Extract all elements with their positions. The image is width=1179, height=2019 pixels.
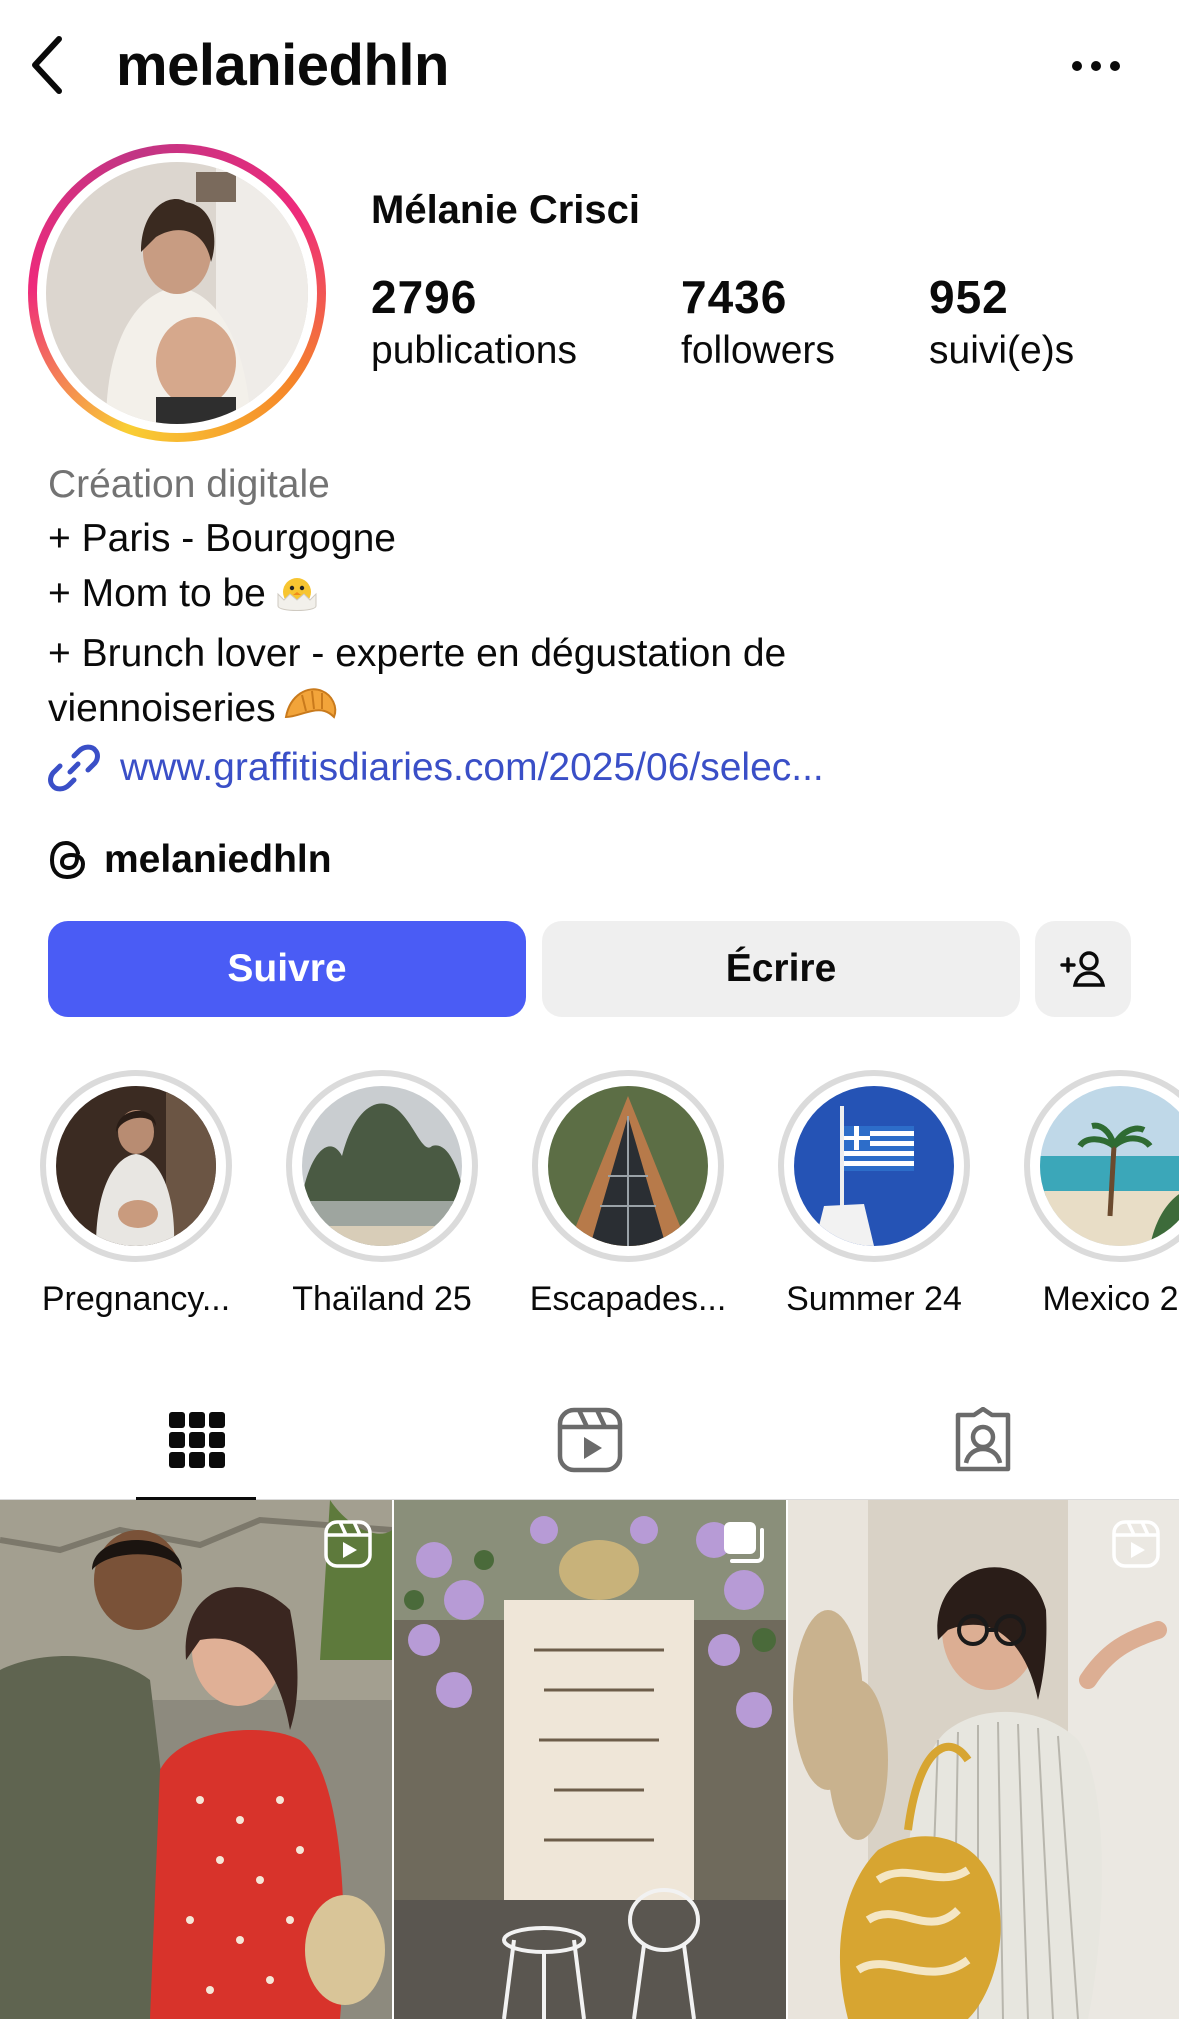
header-bar: melaniedhln [0, 0, 1179, 130]
bio-line: viennoiseries [48, 681, 1148, 742]
stat-followers[interactable]: 7436 followers [681, 268, 835, 376]
bio-line: + Mom to be [48, 566, 1148, 627]
croissant-emoji-icon [282, 681, 340, 742]
stat-publications-count: 2796 [371, 271, 478, 323]
stat-publications-label: publications [371, 329, 577, 372]
threads-badge[interactable]: melaniedhln [48, 832, 332, 888]
post-thumbnail[interactable] [394, 1500, 786, 2019]
link-icon [48, 744, 100, 792]
profile-avatar [46, 162, 308, 424]
highlight-label: Summer 24 [786, 1280, 962, 1318]
tab-posts-grid[interactable] [0, 1380, 393, 1501]
back-button[interactable] [22, 34, 72, 96]
bio-link-text: www.graffitisdiaries.com/2025/06/selec..… [120, 746, 824, 789]
profile-page: melaniedhln Mélanie Crisci 2796 publicat… [0, 0, 1179, 2019]
tab-reels[interactable] [393, 1380, 786, 1500]
page-title-username: melaniedhln [116, 33, 449, 98]
highlight-cover [56, 1086, 216, 1246]
bio-category: Création digitale [48, 463, 330, 506]
highlight-cover [1040, 1086, 1179, 1246]
tab-tagged[interactable] [786, 1380, 1179, 1500]
stat-followers-count: 7436 [681, 271, 788, 323]
carousel-icon [722, 1520, 766, 1569]
highlight-label: Thaïland 25 [292, 1280, 472, 1318]
reel-icon [324, 1520, 372, 1573]
suggested-accounts-button[interactable] [1035, 921, 1131, 1017]
bio-link[interactable]: www.graffitisdiaries.com/2025/06/selec..… [48, 740, 824, 796]
bio-line: + Paris - Bourgogne [48, 517, 396, 560]
stat-publications[interactable]: 2796 publications [371, 268, 577, 376]
story-ring-avatar[interactable] [28, 144, 326, 442]
reels-icon [557, 1407, 622, 1473]
grid-icon [168, 1412, 225, 1468]
highlight-item[interactable]: Escapades... [523, 1066, 733, 1322]
highlight-cover [794, 1086, 954, 1246]
highlight-item[interactable]: Thaïland 25 [277, 1066, 487, 1322]
more-options-button[interactable] [1066, 44, 1126, 88]
bio-line: + Brunch lover - experte en dégustation … [48, 632, 787, 675]
stat-following-count: 952 [929, 271, 1009, 323]
post-thumbnail[interactable] [788, 1500, 1179, 2019]
highlight-label: Escapades... [529, 1280, 727, 1318]
highlight-item[interactable]: Mexico 24 [1015, 1066, 1179, 1322]
highlight-cover [548, 1086, 708, 1246]
follow-button[interactable]: Suivre [48, 921, 526, 1017]
tagged-icon [955, 1407, 1010, 1472]
highlight-label: Mexico 24 [1042, 1280, 1179, 1318]
posts-grid [0, 1500, 1179, 2019]
message-button[interactable]: Écrire [542, 921, 1020, 1017]
reel-icon [1112, 1520, 1160, 1573]
chevron-left-icon [32, 36, 62, 94]
threads-icon [49, 840, 86, 880]
highlight-cover [302, 1086, 462, 1246]
post-thumbnail[interactable] [0, 1500, 392, 2019]
profile-display-name: Mélanie Crisci [371, 188, 641, 232]
stat-following[interactable]: 952 suivi(e)s [929, 268, 1074, 376]
story-highlights: Pregnancy... Thaïland 25 Escapades... Su… [0, 1066, 1179, 1326]
threads-handle: melaniedhln [104, 838, 332, 881]
stat-following-label: suivi(e)s [929, 329, 1075, 372]
profile-bio: Création digitale + Paris - Bourgogne + … [48, 458, 1148, 742]
add-person-icon [1060, 951, 1106, 987]
highlight-item[interactable]: Summer 24 [769, 1066, 979, 1322]
stat-followers-label: followers [681, 329, 835, 372]
highlight-item[interactable]: Pregnancy... [31, 1066, 241, 1322]
highlight-label: Pregnancy... [41, 1280, 231, 1318]
profile-stats: 2796 publications 7436 followers 952 sui… [371, 268, 1131, 378]
ellipsis-icon [1072, 61, 1120, 71]
hatching-chick-emoji-icon [272, 566, 322, 627]
profile-content-tabs [0, 1380, 1179, 1501]
